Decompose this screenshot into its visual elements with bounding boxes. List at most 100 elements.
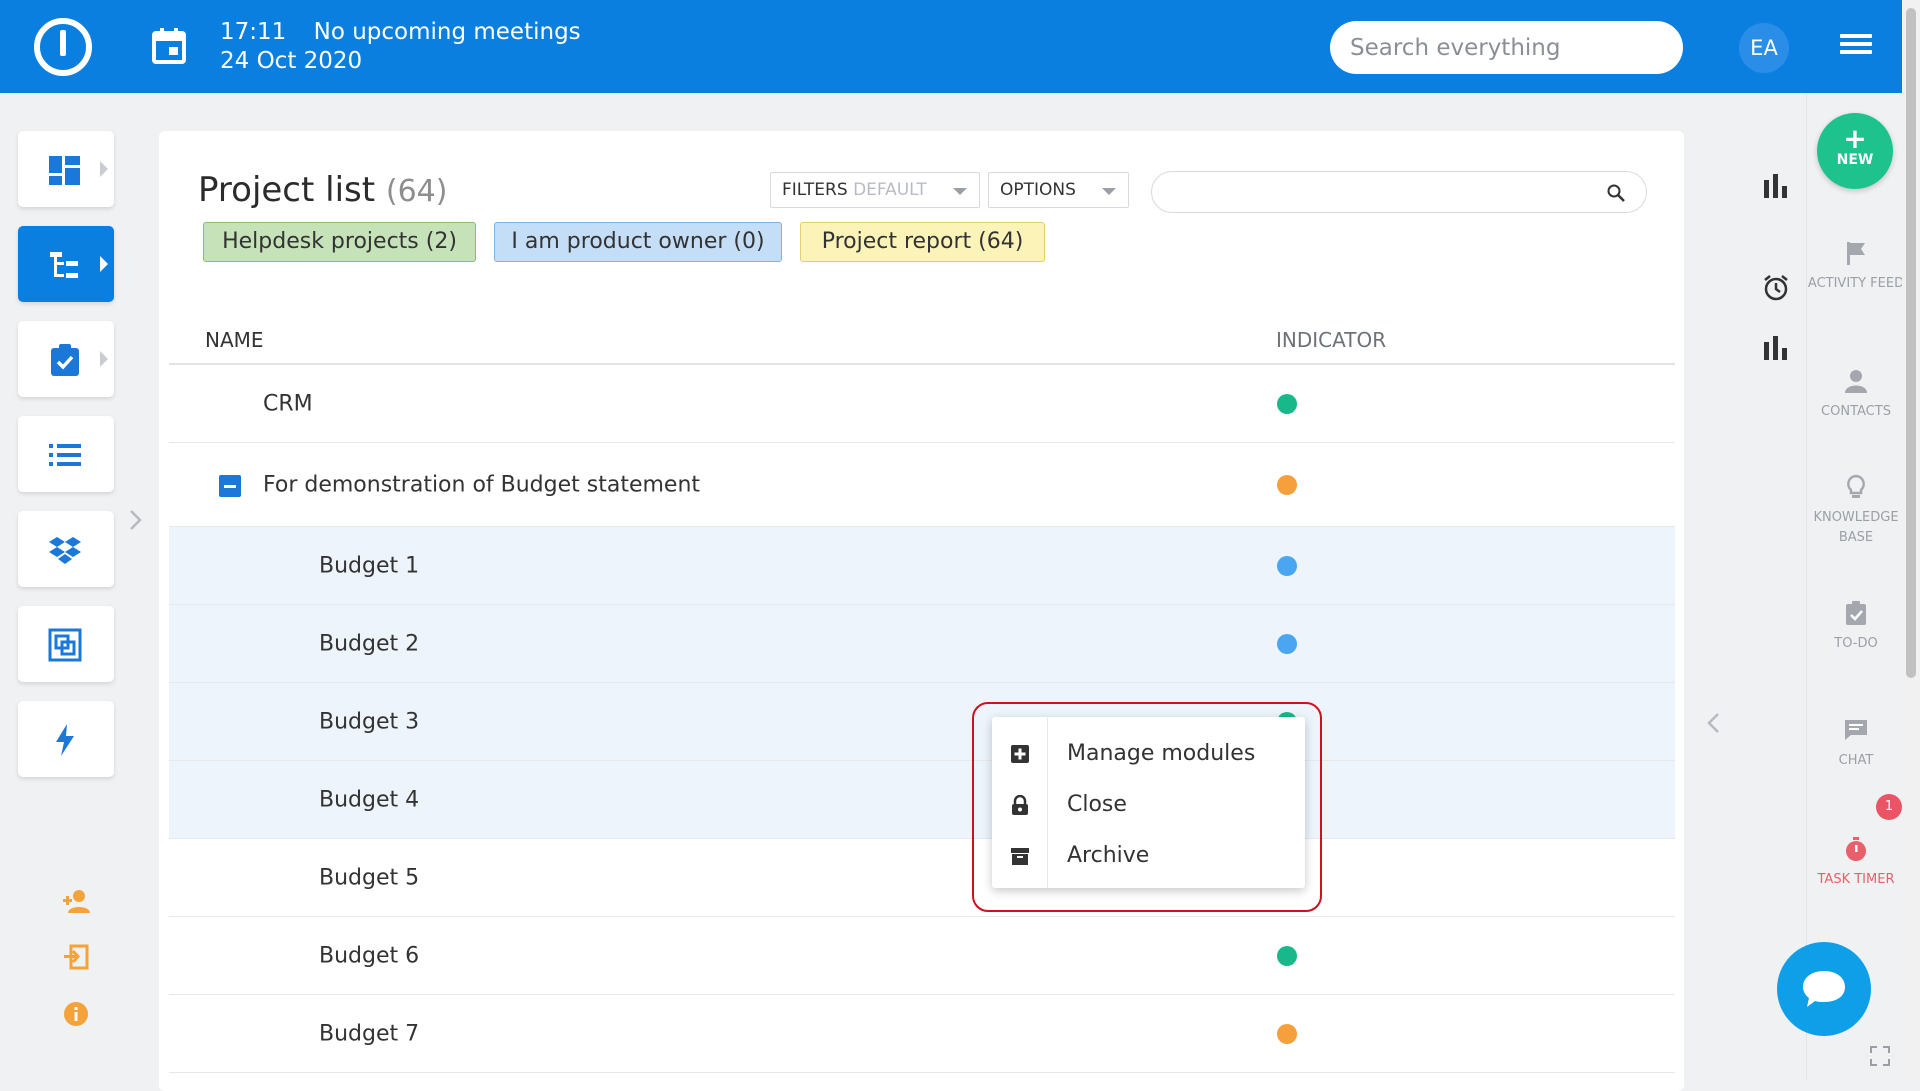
- table-row[interactable]: Budget 2: [169, 605, 1675, 683]
- status-indicator: [1277, 1023, 1297, 1044]
- top-bar: 17:11 No upcoming meetings 24 Oct 2020 E…: [0, 0, 1920, 93]
- live-chat-button[interactable]: [1777, 942, 1871, 1036]
- nav-projects-button[interactable]: [18, 226, 114, 302]
- sign-in-icon[interactable]: [62, 943, 90, 971]
- expand-caret-icon: [100, 161, 108, 177]
- dashboard-icon: [49, 156, 80, 185]
- meetings-text: No upcoming meetings: [313, 19, 581, 45]
- filters-dropdown[interactable]: FILTERS DEFAULT: [770, 172, 980, 208]
- chat-label: CHAT: [1838, 753, 1874, 768]
- table-row[interactable]: Budget 4: [169, 761, 1675, 839]
- flag-icon: [1847, 242, 1865, 265]
- project-name[interactable]: Budget 4: [319, 787, 419, 812]
- current-time: 17:11: [220, 19, 287, 45]
- page-title-text: Project list: [198, 170, 376, 210]
- table-row[interactable]: For demonstration of Budget statement: [169, 443, 1675, 527]
- column-header-indicator[interactable]: INDICATOR: [1276, 328, 1386, 352]
- project-name[interactable]: Budget 7: [319, 1021, 419, 1046]
- table-row[interactable]: Budget 5: [169, 839, 1675, 917]
- list-icon: [49, 444, 81, 466]
- bar-chart-icon[interactable]: [1762, 172, 1790, 200]
- collapse-icon[interactable]: [219, 474, 241, 497]
- knowledge-base-label: KNOWLEDGE BASE: [1813, 510, 1899, 545]
- calendar-icon[interactable]: [152, 28, 186, 64]
- nav-tasks-button[interactable]: [18, 321, 114, 397]
- lightning-icon: [56, 724, 74, 756]
- activity-feed-button[interactable]: ACTIVITY FEED: [1806, 240, 1906, 294]
- contacts-button[interactable]: CONTACTS: [1806, 368, 1906, 422]
- app-logo-icon[interactable]: [34, 18, 92, 76]
- table-row[interactable]: Budget 7: [169, 995, 1675, 1073]
- nav-actions-button[interactable]: [18, 701, 114, 777]
- table-row[interactable]: Budget 6: [169, 917, 1675, 995]
- quick-filter-product-owner[interactable]: I am product owner (0): [494, 222, 782, 262]
- menu-item-label: Archive: [1067, 843, 1150, 868]
- archive-icon: [1011, 848, 1029, 865]
- task-clipboard-icon: [51, 344, 79, 376]
- project-name[interactable]: Budget 2: [319, 631, 419, 656]
- user-avatar[interactable]: EA: [1739, 23, 1789, 73]
- project-tree-icon: [50, 252, 78, 278]
- checklist-icon: [1846, 601, 1866, 625]
- column-header-name[interactable]: NAME: [205, 328, 264, 352]
- project-name[interactable]: Budget 5: [319, 865, 419, 890]
- info-icon[interactable]: [62, 1000, 90, 1028]
- current-date: 24 Oct 2020: [220, 48, 363, 74]
- filters-value: DEFAULT: [853, 180, 927, 200]
- nav-list-button[interactable]: [18, 416, 114, 492]
- nav-dropbox-button[interactable]: [18, 511, 114, 587]
- menu-item-close[interactable]: Close: [992, 780, 1305, 830]
- plus-icon: +: [1843, 122, 1867, 155]
- meeting-status[interactable]: 17:11 No upcoming meetings: [220, 19, 581, 45]
- task-timer-button[interactable]: TASK TIMER: [1806, 836, 1906, 890]
- status-indicator: [1277, 633, 1297, 654]
- bar-chart-icon[interactable]: [1762, 334, 1790, 362]
- menu-item-label: Close: [1067, 792, 1127, 817]
- quick-filter-project-report[interactable]: Project report (64): [800, 222, 1045, 262]
- activity-feed-label: ACTIVITY FEED: [1807, 276, 1905, 291]
- menu-item-manage-modules[interactable]: Manage modules: [992, 729, 1305, 779]
- status-indicator: [1277, 393, 1297, 414]
- nav-resources-button[interactable]: [18, 606, 114, 682]
- expand-caret-icon: [100, 351, 108, 367]
- table-row[interactable]: CRM: [169, 365, 1675, 443]
- new-button[interactable]: + NEW: [1817, 113, 1893, 189]
- table-row[interactable]: Budget 1: [169, 527, 1675, 605]
- status-indicator: [1277, 555, 1297, 576]
- project-search-input[interactable]: [1151, 171, 1647, 213]
- context-menu: Manage modules Close Archive: [992, 717, 1305, 888]
- fullscreen-icon[interactable]: [1870, 1046, 1890, 1066]
- nav-dashboard-button[interactable]: [18, 131, 114, 207]
- chevron-down-icon: [1102, 188, 1116, 195]
- dropbox-icon: [49, 537, 81, 564]
- alarm-clock-icon[interactable]: [1762, 274, 1790, 302]
- knowledge-base-button[interactable]: KNOWLEDGE BASE: [1806, 474, 1906, 548]
- options-dropdown[interactable]: OPTIONS: [988, 172, 1129, 208]
- menu-item-label: Manage modules: [1067, 741, 1256, 766]
- sidebar-expand-chevron-icon[interactable]: [126, 505, 146, 535]
- project-name[interactable]: Budget 3: [319, 709, 419, 734]
- project-name[interactable]: Budget 1: [319, 553, 419, 578]
- hamburger-menu-icon[interactable]: [1840, 34, 1872, 60]
- chat-bubble-icon: [1845, 720, 1867, 740]
- vertical-scrollbar[interactable]: [1902, 0, 1920, 1080]
- page-title: Project list (64): [198, 170, 447, 210]
- stopwatch-icon: [1846, 837, 1866, 861]
- table-row[interactable]: Budget 3: [169, 683, 1675, 761]
- scrollbar-thumb[interactable]: [1906, 8, 1916, 678]
- project-name[interactable]: For demonstration of Budget statement: [263, 472, 700, 497]
- chat-button[interactable]: CHAT: [1806, 717, 1906, 771]
- collapse-panel-chevron-icon[interactable]: [1703, 708, 1723, 738]
- task-timer-label: TASK TIMER: [1817, 872, 1895, 887]
- project-name[interactable]: CRM: [263, 391, 313, 416]
- global-search-input[interactable]: [1330, 21, 1683, 74]
- quick-filter-helpdesk[interactable]: Helpdesk projects (2): [203, 222, 476, 262]
- contacts-label: CONTACTS: [1821, 404, 1891, 419]
- new-button-label: NEW: [1836, 152, 1874, 168]
- project-name[interactable]: Budget 6: [319, 943, 419, 968]
- todo-label: TO-DO: [1834, 636, 1878, 651]
- add-user-icon[interactable]: [62, 887, 90, 915]
- todo-button[interactable]: TO-DO: [1806, 600, 1906, 654]
- search-icon[interactable]: [1606, 183, 1626, 203]
- menu-item-archive[interactable]: Archive: [992, 831, 1305, 881]
